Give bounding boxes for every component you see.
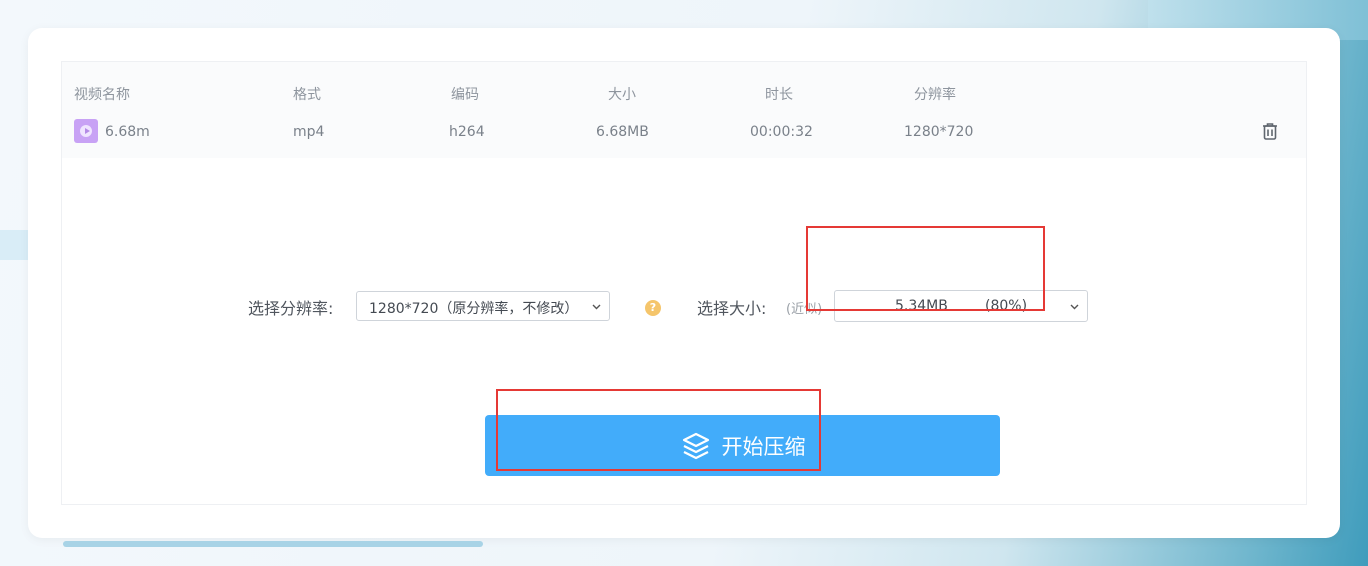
layers-icon (682, 432, 709, 459)
header-codec: 编码 (451, 87, 479, 103)
cell-duration: 00:00:32 (750, 124, 813, 140)
cell-size: 6.68MB (596, 124, 649, 140)
cell-codec: h264 (449, 124, 485, 140)
cell-name: 6.68m (105, 124, 150, 140)
resolution-label: 选择分辨率: (248, 299, 334, 318)
chevron-down-icon (592, 304, 601, 310)
cell-resolution: 1280*720 (904, 124, 974, 140)
size-percent: (80%) (985, 298, 1028, 314)
help-icon[interactable]: ? (645, 300, 661, 316)
header-name: 视频名称 (74, 87, 130, 103)
cell-format: mp4 (293, 124, 325, 140)
start-compress-button[interactable]: 开始压缩 (485, 415, 1000, 476)
horizontal-scrollbar[interactable] (63, 541, 483, 547)
resolution-value: 1280*720（原分辨率，不修改） (369, 301, 579, 317)
size-select[interactable]: 5.34MB (80%) (834, 290, 1088, 322)
size-value: 5.34MB (895, 298, 948, 314)
header-resolution: 分辨率 (914, 87, 956, 103)
compress-panel: 视频名称 格式 编码 大小 时长 分辨率 6.68m mp4 h264 6.68… (28, 28, 1340, 538)
header-format: 格式 (293, 87, 321, 103)
chevron-down-icon (1070, 304, 1079, 310)
size-hint: (近似) (786, 302, 823, 317)
size-label: 选择大小: (697, 299, 767, 318)
header-duration: 时长 (765, 87, 793, 103)
header-size: 大小 (608, 87, 636, 103)
resolution-select[interactable]: 1280*720（原分辨率，不修改） (356, 291, 610, 321)
panel-inner: 视频名称 格式 编码 大小 时长 分辨率 6.68m mp4 h264 6.68… (61, 61, 1307, 505)
file-table: 视频名称 格式 编码 大小 时长 分辨率 6.68m mp4 h264 6.68… (62, 62, 1306, 158)
start-compress-label: 开始压缩 (721, 434, 806, 459)
video-file-icon (74, 119, 98, 143)
trash-icon[interactable] (1259, 120, 1281, 142)
